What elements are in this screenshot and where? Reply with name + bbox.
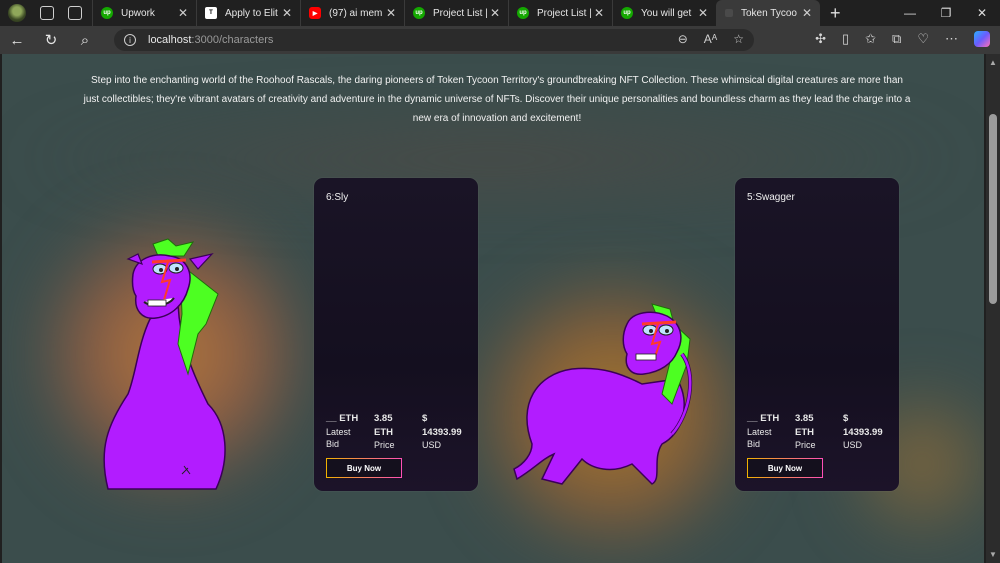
creature-swagger-image (513, 303, 693, 485)
tab-title: Upwork (121, 7, 155, 19)
close-tab-icon[interactable]: ✕ (178, 6, 188, 20)
card-title: 5:Swagger (747, 192, 795, 203)
latest-bid: __ ETH Latest Bid (326, 412, 358, 451)
tab-project-list-2[interactable]: up Project List | ✕ (508, 0, 612, 26)
close-tab-icon[interactable]: ✕ (282, 6, 292, 20)
window-controls: — ❐ ✕ (892, 0, 1000, 26)
price-unit: ETH (795, 426, 814, 438)
tab-bar: up Upwork ✕ T Apply to Elit ✕ ▶ (97) ai … (0, 0, 1000, 26)
back-icon[interactable]: ← (0, 32, 34, 49)
buy-now-button[interactable]: Buy Now (747, 458, 823, 478)
tab-apply[interactable]: T Apply to Elit ✕ (196, 0, 300, 26)
bid-label: Bid (326, 439, 340, 449)
site-info-icon[interactable]: i (124, 34, 136, 46)
close-window-icon[interactable]: ✕ (964, 6, 1000, 20)
page-icon (725, 9, 733, 17)
bid-label: Bid (747, 439, 761, 449)
browser-essentials-icon[interactable]: ♡ (917, 31, 929, 47)
split-screen-icon[interactable]: ▯ (842, 31, 849, 47)
youtube-icon: ▶ (309, 7, 321, 19)
close-tab-icon[interactable]: ✕ (802, 6, 812, 20)
tab-title: Project List | (433, 7, 488, 19)
scrollbar-thumb[interactable] (989, 114, 997, 304)
tab-title: Apply to Elit (225, 7, 278, 19)
usd-value: 14393.99 (422, 426, 462, 438)
restore-icon[interactable]: ❐ (928, 6, 964, 20)
price: 3.85 ETH Price (795, 412, 816, 452)
read-aloud-icon[interactable]: Aᴬ (704, 32, 717, 46)
upwork-icon: up (517, 7, 529, 19)
card-title: 6:Sly (326, 192, 349, 203)
close-tab-icon[interactable]: ✕ (698, 6, 708, 20)
nft-card: 5:Swagger __ ETH Latest Bid 3.85 ETH Pri… (735, 178, 899, 491)
close-tab-icon[interactable]: ✕ (386, 6, 396, 20)
tab-token-tycoon[interactable]: Token Tycoo ✕ (716, 0, 820, 26)
collections-icon[interactable]: ⧉ (892, 31, 901, 47)
url-host: localhost (148, 34, 192, 46)
refresh-icon[interactable]: ↻ (34, 31, 68, 49)
new-tab-icon[interactable]: + (830, 3, 841, 24)
url-text[interactable]: localhost:3000/characters (148, 34, 273, 46)
minimize-icon[interactable]: — (892, 6, 928, 20)
page-content: Step into the enchanting world of the Ro… (2, 54, 984, 563)
toolbar-icons: ✣ ▯ ✩ ⧉ ♡ ⋯ (815, 31, 990, 47)
vertical-scrollbar[interactable]: ▲ ▼ (986, 54, 1000, 563)
bid-label: Latest (747, 426, 772, 437)
intro-text: Step into the enchanting world of the Ro… (83, 75, 911, 124)
creature-sly-image (103, 238, 226, 490)
tab-title: Project List | (537, 7, 592, 19)
tab-strip: up Upwork ✕ T Apply to Elit ✕ ▶ (97) ai … (92, 0, 820, 26)
tab-upwork[interactable]: up Upwork ✕ (92, 0, 196, 26)
more-menu-icon[interactable]: ⋯ (945, 31, 958, 47)
zoom-icon[interactable]: ⊖ (678, 32, 688, 46)
scroll-down-icon[interactable]: ▼ (989, 550, 997, 559)
usd-symbol: $ (843, 413, 849, 424)
workspaces-icon[interactable] (40, 6, 54, 20)
scroll-up-icon[interactable]: ▲ (989, 58, 997, 67)
favorite-star-icon[interactable]: ☆ (733, 32, 744, 46)
tab-project-list-1[interactable]: up Project List | ✕ (404, 0, 508, 26)
favorites-icon[interactable]: ✩ (865, 31, 876, 47)
latest-bid: __ ETH Latest Bid (747, 412, 779, 451)
usd-price: $ 14393.99 USD (843, 412, 883, 452)
copilot-icon[interactable] (974, 31, 990, 47)
buy-now-button[interactable]: Buy Now (326, 458, 402, 478)
price-label: Price (374, 440, 395, 450)
price-label: Price (795, 440, 816, 450)
upwork-icon: up (101, 7, 113, 19)
bid-value: __ ETH (747, 413, 780, 424)
tab-title: You will get (641, 7, 692, 19)
tab-title: Token Tycoo (741, 7, 797, 19)
omnibox-icons: ⊖ Aᴬ ☆ (678, 32, 744, 46)
price-unit: ETH (374, 426, 393, 438)
toptal-icon: T (205, 7, 217, 19)
close-tab-icon[interactable]: ✕ (594, 6, 604, 20)
price-value: 3.85 (795, 413, 814, 424)
upwork-icon: up (413, 7, 425, 19)
bid-value: __ ETH (326, 413, 359, 424)
usd-label: USD (422, 440, 442, 450)
tab-you-will-get[interactable]: up You will get ✕ (612, 0, 716, 26)
price: 3.85 ETH Price (374, 412, 395, 452)
upwork-icon: up (621, 7, 633, 19)
usd-value: 14393.99 (843, 426, 883, 438)
url-field[interactable]: i localhost:3000/characters ⊖ Aᴬ ☆ (114, 29, 754, 51)
tab-actions-icon[interactable] (68, 6, 82, 20)
url-path: :3000/characters (191, 34, 274, 46)
usd-price: $ 14393.99 USD (422, 412, 462, 452)
nft-card: 6:Sly __ ETH Latest Bid 3.85 ETH Price $… (314, 178, 478, 491)
tab-title: (97) ai mem (329, 7, 383, 19)
close-tab-icon[interactable]: ✕ (490, 6, 500, 20)
search-icon[interactable]: ⌕ (68, 32, 102, 49)
usd-symbol: $ (422, 413, 428, 424)
price-value: 3.85 (374, 413, 393, 424)
usd-label: USD (843, 440, 863, 450)
address-bar: ← ↻ ⌕ i localhost:3000/characters ⊖ Aᴬ ☆… (0, 26, 1000, 54)
tab-youtube[interactable]: ▶ (97) ai mem ✕ (300, 0, 404, 26)
bid-label: Latest (326, 426, 351, 437)
profile-avatar[interactable] (8, 4, 26, 22)
extensions-icon[interactable]: ✣ (815, 31, 826, 47)
